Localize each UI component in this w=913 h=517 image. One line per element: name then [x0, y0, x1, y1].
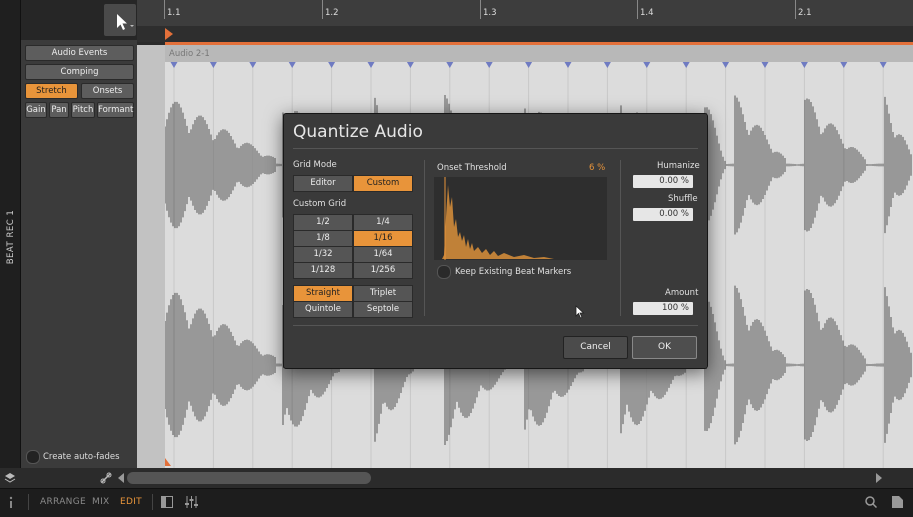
tab-arrange[interactable]: ARRANGE — [40, 497, 86, 507]
amount-field[interactable]: 100 % — [633, 302, 693, 315]
mixer-sliders-icon[interactable] — [185, 496, 198, 508]
grid-value-button[interactable]: 1/8 — [293, 230, 353, 247]
grid-value-button[interactable]: 1/4 — [353, 214, 413, 231]
mouse-cursor-icon — [575, 305, 585, 319]
onset-threshold-label: Onset Threshold — [437, 163, 507, 173]
grid-value-button[interactable]: 1/64 — [353, 246, 413, 263]
grid-value-button[interactable]: 1/2 — [293, 214, 353, 231]
search-icon[interactable] — [865, 496, 877, 508]
scroll-left-icon[interactable] — [117, 473, 125, 483]
grid-mode-label: Grid Mode — [293, 160, 337, 170]
grid-value-button[interactable]: 1/32 — [293, 246, 353, 263]
humanize-label: Humanize — [657, 161, 700, 171]
ok-button[interactable]: OK — [632, 336, 697, 359]
divider — [424, 160, 425, 316]
onset-threshold-histogram[interactable] — [434, 177, 607, 260]
custom-grid-label: Custom Grid — [293, 199, 347, 209]
grid-value-button[interactable]: 1/16 — [353, 230, 413, 247]
scroll-right-icon[interactable] — [875, 473, 883, 483]
layers-icon[interactable] — [4, 472, 16, 484]
keep-beat-markers-toggle[interactable] — [437, 265, 451, 279]
feel-triplet-button[interactable]: Triplet — [353, 285, 413, 302]
panel-layout-icon[interactable] — [161, 496, 173, 508]
cancel-button[interactable]: Cancel — [563, 336, 628, 359]
grid-mode-custom-button[interactable]: Custom — [353, 175, 413, 192]
info-icon[interactable] — [8, 496, 14, 508]
keep-beat-markers-label: Keep Existing Beat Markers — [455, 267, 572, 277]
humanize-field[interactable]: 0.00 % — [633, 175, 693, 188]
shuffle-label: Shuffle — [668, 194, 698, 204]
divider — [620, 160, 621, 316]
onset-histogram-graph — [442, 177, 604, 260]
onset-threshold-value: 6 % — [589, 163, 606, 173]
feel-septole-button[interactable]: Septole — [353, 301, 413, 318]
grid-mode-editor-button[interactable]: Editor — [293, 175, 353, 192]
clip-end-marker-icon[interactable] — [163, 458, 173, 468]
feel-straight-button[interactable]: Straight — [293, 285, 353, 302]
file-icon[interactable] — [892, 496, 903, 508]
link-icon[interactable] — [100, 472, 112, 484]
divider — [152, 494, 153, 510]
tab-mix[interactable]: MIX — [92, 497, 110, 507]
divider — [293, 325, 698, 326]
dialog-title: Quantize Audio — [293, 122, 423, 142]
amount-label: Amount — [665, 288, 699, 298]
shuffle-field[interactable]: 0.00 % — [633, 208, 693, 221]
grid-value-button[interactable]: 1/128 — [293, 262, 353, 279]
divider — [28, 494, 29, 510]
grid-value-button[interactable]: 1/256 — [353, 262, 413, 279]
scrollbar-thumb[interactable] — [127, 472, 371, 484]
tab-edit[interactable]: EDIT — [120, 497, 142, 507]
feel-quintole-button[interactable]: Quintole — [293, 301, 353, 318]
divider — [293, 148, 698, 149]
quantize-audio-dialog: Quantize Audio Grid Mode Editor Custom C… — [283, 113, 708, 369]
